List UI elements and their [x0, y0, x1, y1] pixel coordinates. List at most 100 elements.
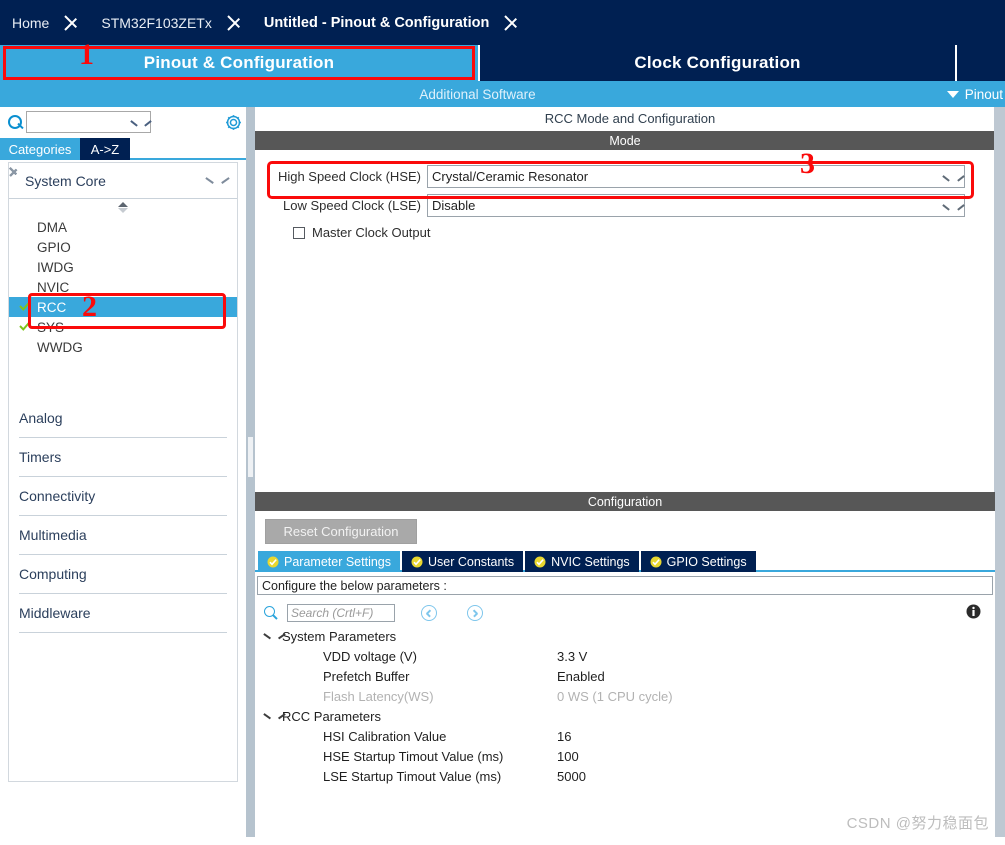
breadcrumb-item-mcu[interactable]: STM32F103ZETx [85, 0, 225, 45]
chevron-down-icon [265, 712, 276, 720]
sidebar-item-rcc[interactable]: RCC [9, 297, 237, 317]
component-sidebar: Categories A->Z System Core DMA GPIO IWD… [0, 107, 246, 845]
parameter-name: Flash Latency(WS) [323, 688, 434, 704]
hse-value: Crystal/Ceramic Resonator [432, 168, 589, 184]
button-label: Reset Configuration [283, 524, 399, 539]
tab-label: NVIC Settings [551, 554, 630, 569]
category-system-core[interactable]: System Core [9, 163, 237, 199]
chevron-down-icon [132, 120, 142, 126]
caret-up-icon [118, 201, 128, 207]
sidebar-item-sys[interactable]: SYS [9, 317, 237, 337]
sidebar-search-input[interactable] [26, 111, 151, 133]
tab-gpio-settings[interactable]: GPIO Settings [640, 551, 756, 572]
tab-nvic-settings[interactable]: NVIC Settings [525, 551, 639, 572]
sidebar-item-dma[interactable]: DMA [9, 217, 237, 237]
reset-area: Reset Configuration [255, 511, 995, 551]
parameter-group-rcc[interactable]: RCC Parameters [257, 706, 993, 726]
pinout-dropdown[interactable]: Pinout [946, 86, 1005, 102]
tab-a-to-z[interactable]: A->Z [80, 138, 130, 160]
master-clock-output-label: Master Clock Output [312, 225, 431, 240]
splitter-grip[interactable] [248, 437, 253, 477]
category-middleware[interactable]: Middleware [19, 594, 227, 633]
pinout-dropdown-label: Pinout [964, 86, 1003, 102]
chevron-down-icon [207, 177, 219, 185]
parameter-value: Enabled [557, 668, 605, 684]
lse-label: Low Speed Clock (LSE) [282, 197, 421, 213]
tab-categories[interactable]: Categories [0, 138, 80, 160]
peripheral-label: RCC [37, 299, 67, 315]
panel-scrollbar[interactable] [995, 107, 1005, 845]
gear-icon[interactable] [224, 113, 243, 132]
breadcrumb-label: STM32F103ZETx [101, 14, 212, 31]
chevron-right-icon [63, 0, 85, 45]
peripheral-label: IWDG [37, 259, 74, 275]
tab-clock-configuration[interactable]: Clock Configuration [480, 45, 955, 81]
category-label: Multimedia [19, 527, 87, 543]
chevron-down-icon [265, 632, 276, 640]
mode-section-body: High Speed Clock (HSE) Crystal/Ceramic R… [255, 150, 995, 490]
parameter-row[interactable]: HSI Calibration Value 16 [257, 726, 993, 746]
sidebar-tab-bar: Categories A->Z [0, 138, 246, 160]
parameter-row[interactable]: HSE Startup Timout Value (ms) 100 [257, 746, 993, 766]
peripheral-label: WWDG [37, 339, 83, 355]
group-label: System Parameters [282, 628, 397, 644]
info-icon[interactable] [966, 604, 981, 619]
tab-pinout-configuration[interactable]: Pinout & Configuration [0, 45, 478, 81]
parameter-name: LSE Startup Timout Value (ms) [323, 768, 502, 784]
tab-label: Parameter Settings [284, 554, 391, 569]
category-multimedia[interactable]: Multimedia [19, 516, 227, 555]
tab-user-constants[interactable]: User Constants [402, 551, 524, 572]
mode-section-header: Mode [255, 131, 995, 150]
category-label: Connectivity [19, 488, 96, 504]
parameter-list: Search (Crtl+F) System Parameters VDD vo… [257, 600, 993, 825]
parameter-name: HSI Calibration Value [323, 728, 447, 744]
parameter-search-input[interactable]: Search (Crtl+F) [287, 604, 395, 622]
circle-right-arrow-icon[interactable] [467, 605, 483, 621]
parameter-toolbar: Search (Crtl+F) [257, 600, 993, 626]
check-circle-icon [650, 556, 662, 568]
category-timers[interactable]: Timers [19, 438, 227, 477]
sidebar-item-gpio[interactable]: GPIO [9, 237, 237, 257]
category-computing[interactable]: Computing [19, 555, 227, 594]
tab-label: Categories [8, 141, 72, 157]
additional-software-label[interactable]: Additional Software [0, 87, 955, 102]
list-scroll-indicator[interactable] [9, 199, 237, 215]
peripheral-label: GPIO [37, 239, 71, 255]
check-circle-icon [411, 556, 423, 568]
lse-select[interactable]: Disable [427, 193, 965, 217]
parameter-row[interactable]: Prefetch Buffer Enabled [257, 666, 993, 686]
circle-left-arrow-icon[interactable] [421, 605, 437, 621]
parameter-group-system[interactable]: System Parameters [257, 626, 993, 646]
high-speed-clock-row: High Speed Clock (HSE) Crystal/Ceramic R… [267, 164, 995, 188]
sidebar-search-row [0, 107, 246, 137]
sidebar-item-wwdg[interactable]: WWDG [9, 337, 237, 357]
parameter-value: 5000 [557, 768, 586, 784]
search-icon [263, 605, 279, 621]
category-label: Computing [19, 566, 87, 582]
master-clock-output-checkbox[interactable] [293, 226, 305, 239]
search-placeholder: Search (Crtl+F) [291, 606, 374, 620]
category-label: Timers [19, 449, 62, 465]
configuration-hint: Configure the below parameters : [257, 576, 993, 595]
tab-overflow[interactable] [957, 45, 1005, 81]
hse-select[interactable]: Crystal/Ceramic Resonator [427, 164, 965, 188]
peripheral-label: SYS [37, 319, 65, 335]
tab-label: GPIO Settings [666, 554, 747, 569]
parameter-value: 100 [557, 748, 579, 764]
category-connectivity[interactable]: Connectivity [19, 477, 227, 516]
parameter-value: 0 WS (1 CPU cycle) [557, 688, 673, 704]
breadcrumb-item-home[interactable]: Home [0, 0, 63, 45]
master-clock-output-row[interactable]: Master Clock Output [293, 225, 995, 240]
sidebar-item-nvic[interactable]: NVIC [9, 277, 237, 297]
chevron-right-icon [226, 0, 248, 45]
panel-splitter[interactable] [246, 107, 255, 845]
parameter-name: HSE Startup Timout Value (ms) [323, 748, 504, 764]
tab-parameter-settings[interactable]: Parameter Settings [258, 551, 400, 572]
reset-configuration-button[interactable]: Reset Configuration [265, 519, 417, 544]
breadcrumb-item-current[interactable]: Untitled - Pinout & Configuration [248, 0, 504, 45]
parameter-row[interactable]: LSE Startup Timout Value (ms) 5000 [257, 766, 993, 786]
parameter-row[interactable]: VDD voltage (V) 3.3 V [257, 646, 993, 666]
sidebar-item-iwdg[interactable]: IWDG [9, 257, 237, 277]
category-analog[interactable]: Analog [19, 399, 227, 438]
tab-label: Pinout & Configuration [143, 53, 335, 72]
